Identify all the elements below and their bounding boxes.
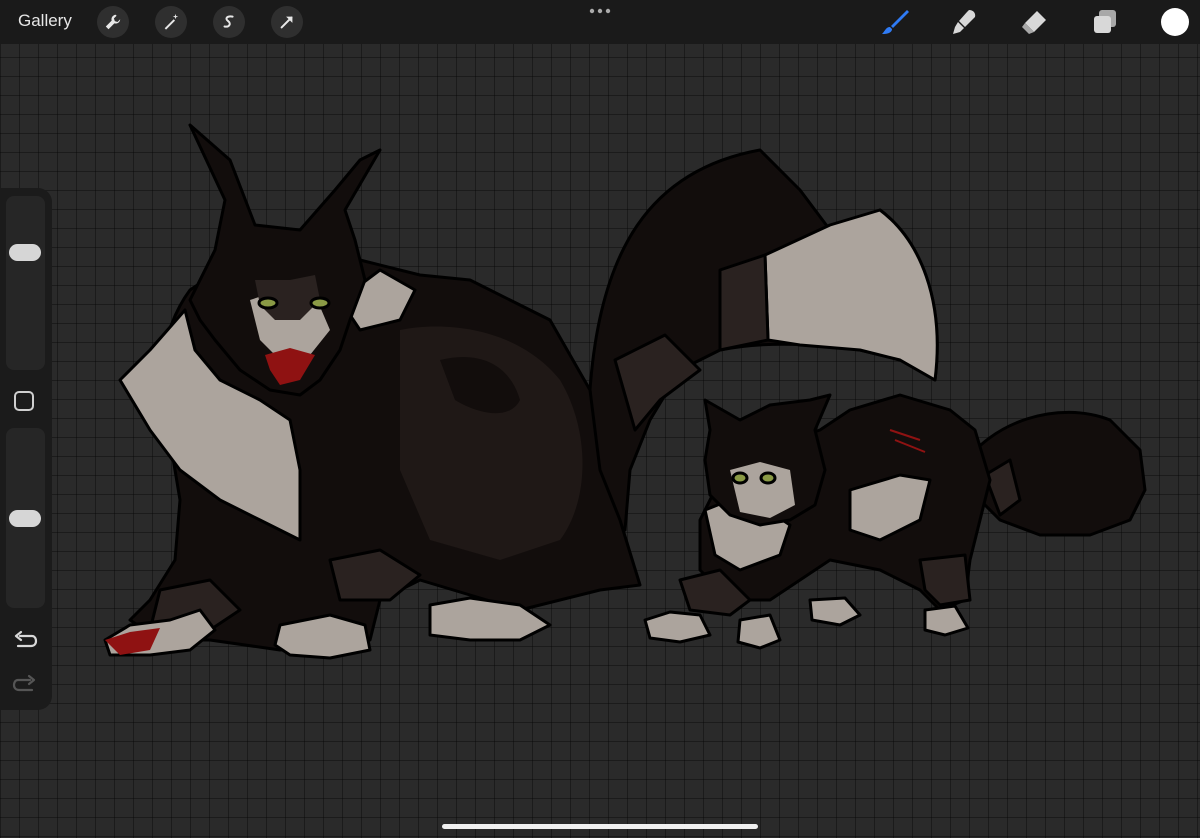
home-indicator[interactable] (442, 824, 758, 829)
top-toolbar: Gallery (0, 0, 1200, 44)
transform-arrow-icon[interactable] (271, 6, 303, 38)
eraser-icon[interactable] (1019, 7, 1049, 37)
left-sidebar (0, 188, 52, 710)
brush-opacity-slider[interactable] (6, 428, 45, 608)
wrench-icon[interactable] (97, 6, 129, 38)
gallery-button[interactable]: Gallery (18, 11, 72, 31)
selection-icon[interactable] (213, 6, 245, 38)
large-cat-eye (257, 296, 279, 310)
small-cat-face-mask (730, 462, 795, 518)
canvas-artwork[interactable] (0, 0, 1200, 838)
large-cat-eye (309, 296, 331, 310)
redo-icon[interactable] (12, 672, 38, 698)
small-cat-paw (808, 596, 862, 627)
brush-size-slider[interactable] (6, 196, 45, 370)
color-picker-button[interactable] (1161, 8, 1189, 36)
magic-wand-icon[interactable] (155, 6, 187, 38)
small-cat-eye (731, 471, 749, 485)
brush-icon[interactable] (880, 7, 910, 37)
undo-icon[interactable] (12, 628, 38, 654)
small-cat-eye (759, 471, 777, 485)
small-cat-paw (643, 610, 712, 644)
small-cat-paw (923, 604, 970, 637)
small-cat-paw (736, 613, 782, 650)
large-cat-tail-stripe (718, 253, 770, 352)
layers-icon[interactable] (1090, 7, 1120, 37)
brush-size-thumb[interactable] (9, 244, 41, 262)
modify-square-icon[interactable] (14, 391, 34, 411)
brush-opacity-thumb[interactable] (9, 509, 41, 527)
more-options-icon[interactable] (588, 6, 612, 16)
smudge-icon[interactable] (949, 7, 979, 37)
